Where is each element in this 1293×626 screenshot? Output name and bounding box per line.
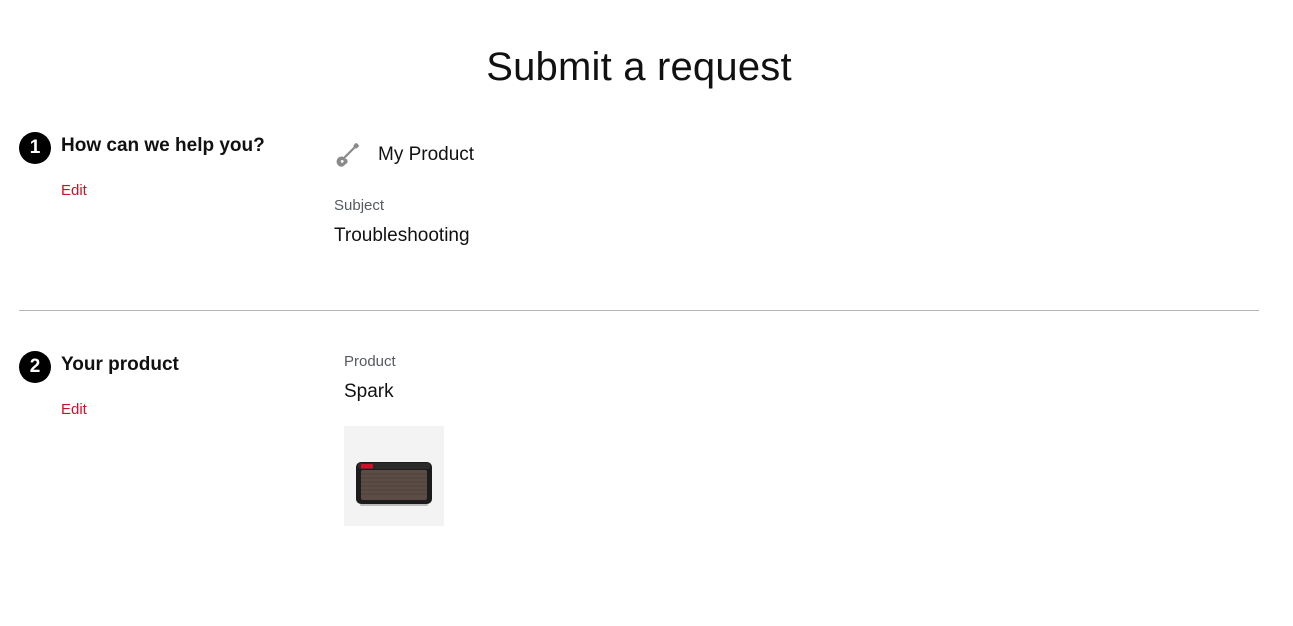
category-selection: My Product [334, 142, 474, 168]
step-title: Your product [61, 354, 179, 375]
subject-label: Subject [334, 197, 385, 214]
product-value: Spark [344, 381, 394, 402]
page-title: Submit a request [486, 45, 792, 89]
step-number-badge: 1 [19, 132, 51, 164]
edit-product-link[interactable]: Edit [61, 401, 87, 418]
product-label: Product [344, 353, 396, 370]
guitar-icon [334, 142, 360, 168]
step-number-badge: 2 [19, 351, 51, 383]
product-image [344, 426, 444, 526]
section-divider [19, 310, 1259, 311]
edit-help-link[interactable]: Edit [61, 182, 87, 199]
amplifier-image [356, 462, 432, 506]
step-title: How can we help you? [61, 135, 265, 156]
category-label: My Product [378, 144, 475, 165]
subject-value: Troubleshooting [334, 225, 470, 246]
